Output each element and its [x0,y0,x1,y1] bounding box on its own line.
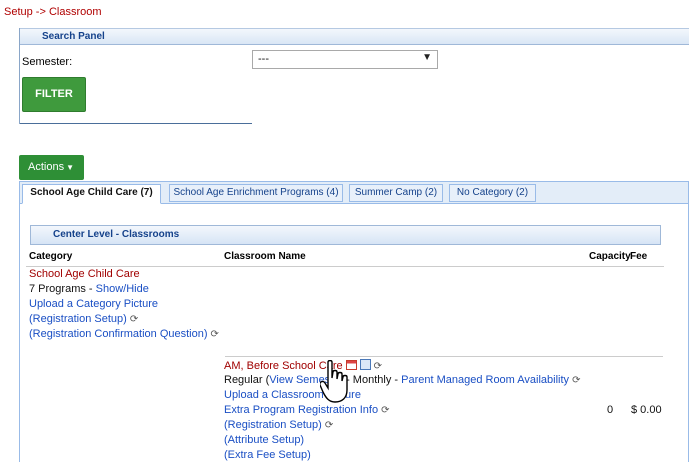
tab-strip: School Age Child Care (7) School Age Enr… [20,182,688,204]
programs-count-text: 7 Programs - [29,283,96,295]
semester-label: Semester: [22,56,73,68]
refresh-icon[interactable]: ⟳ [381,405,389,416]
caret-down-icon: ▼ [66,163,74,172]
row-divider [225,356,663,357]
monthly-label: - Monthly - [343,374,402,386]
refresh-icon[interactable]: ⟳ [325,420,333,431]
upload-category-picture-link[interactable]: Upload a Category Picture [29,298,158,310]
search-panel-header: Search Panel [20,28,689,45]
confirmation-question: (Registration Confirmation Question) ⟳ [29,328,219,340]
tab-panel: School Age Child Care (7) School Age Enr… [19,181,689,462]
tab-school-age-child-care[interactable]: School Age Child Care (7) [22,184,161,204]
classroom-fee: $ 0.00 [631,404,662,416]
category-name-link[interactable]: School Age Child Care [29,268,140,280]
actions-button[interactable]: Actions ▼ [19,155,84,180]
category-registration-setup-link[interactable]: (Registration Setup) [29,313,127,325]
actions-label: Actions [28,161,65,173]
hand-cursor-icon [320,360,348,403]
classroom-registration-setup: (Registration Setup) ⟳ [224,419,333,431]
column-header-category: Category [29,251,73,262]
classroom-registration-setup-link[interactable]: (Registration Setup) [224,419,322,431]
semester-select[interactable]: --- ▼ [252,50,438,69]
extra-fee-setup-link[interactable]: (Extra Fee Setup) [224,449,311,461]
programs-count: 7 Programs - Show/Hide [29,283,149,295]
category-registration-setup: (Registration Setup) ⟳ [29,313,138,325]
chevron-down-icon: ▼ [422,52,432,63]
regular-label: Regular ( [224,374,270,386]
center-level-header: Center Level - Classrooms [30,225,661,245]
search-panel: Search Panel Semester: --- ▼ FILTER [19,28,689,124]
classroom-row: AM, Before School Care ⟳ [224,359,382,372]
confirmation-question-link[interactable]: (Registration Confirmation Question) [29,328,208,340]
tab-school-age-enrichment[interactable]: School Age Enrichment Programs (4) [169,184,343,202]
show-hide-link[interactable]: Show/Hide [96,283,149,295]
filter-button[interactable]: FILTER [22,77,86,112]
parent-managed-link[interactable]: Parent Managed Room Availability [401,374,569,386]
breadcrumb: Setup -> Classroom [4,6,102,18]
semester-selected-value: --- [258,53,269,65]
tab-no-category[interactable]: No Category (2) [449,184,536,202]
column-header-capacity: Capacity [589,251,631,262]
column-header-classroom-name: Classroom Name [224,251,306,262]
refresh-icon[interactable]: ⟳ [211,329,219,340]
extra-info-link[interactable]: Extra Program Registration Info [224,404,378,416]
header-divider [26,266,664,267]
search-panel-divider [20,123,252,124]
extra-info: Extra Program Registration Info ⟳ [224,404,389,416]
edit-icon[interactable] [359,359,371,370]
column-header-fee: Fee [630,251,648,262]
attribute-setup-link[interactable]: (Attribute Setup) [224,434,304,446]
classroom-schedule: Regular (View Semester - Monthly - Paren… [224,374,580,386]
refresh-icon[interactable]: ⟳ [130,314,138,325]
refresh-icon[interactable]: ⟳ [572,375,580,386]
refresh-icon[interactable]: ⟳ [374,361,382,372]
tab-summer-camp[interactable]: Summer Camp (2) [349,184,443,202]
classroom-capacity: 0 [607,404,614,416]
